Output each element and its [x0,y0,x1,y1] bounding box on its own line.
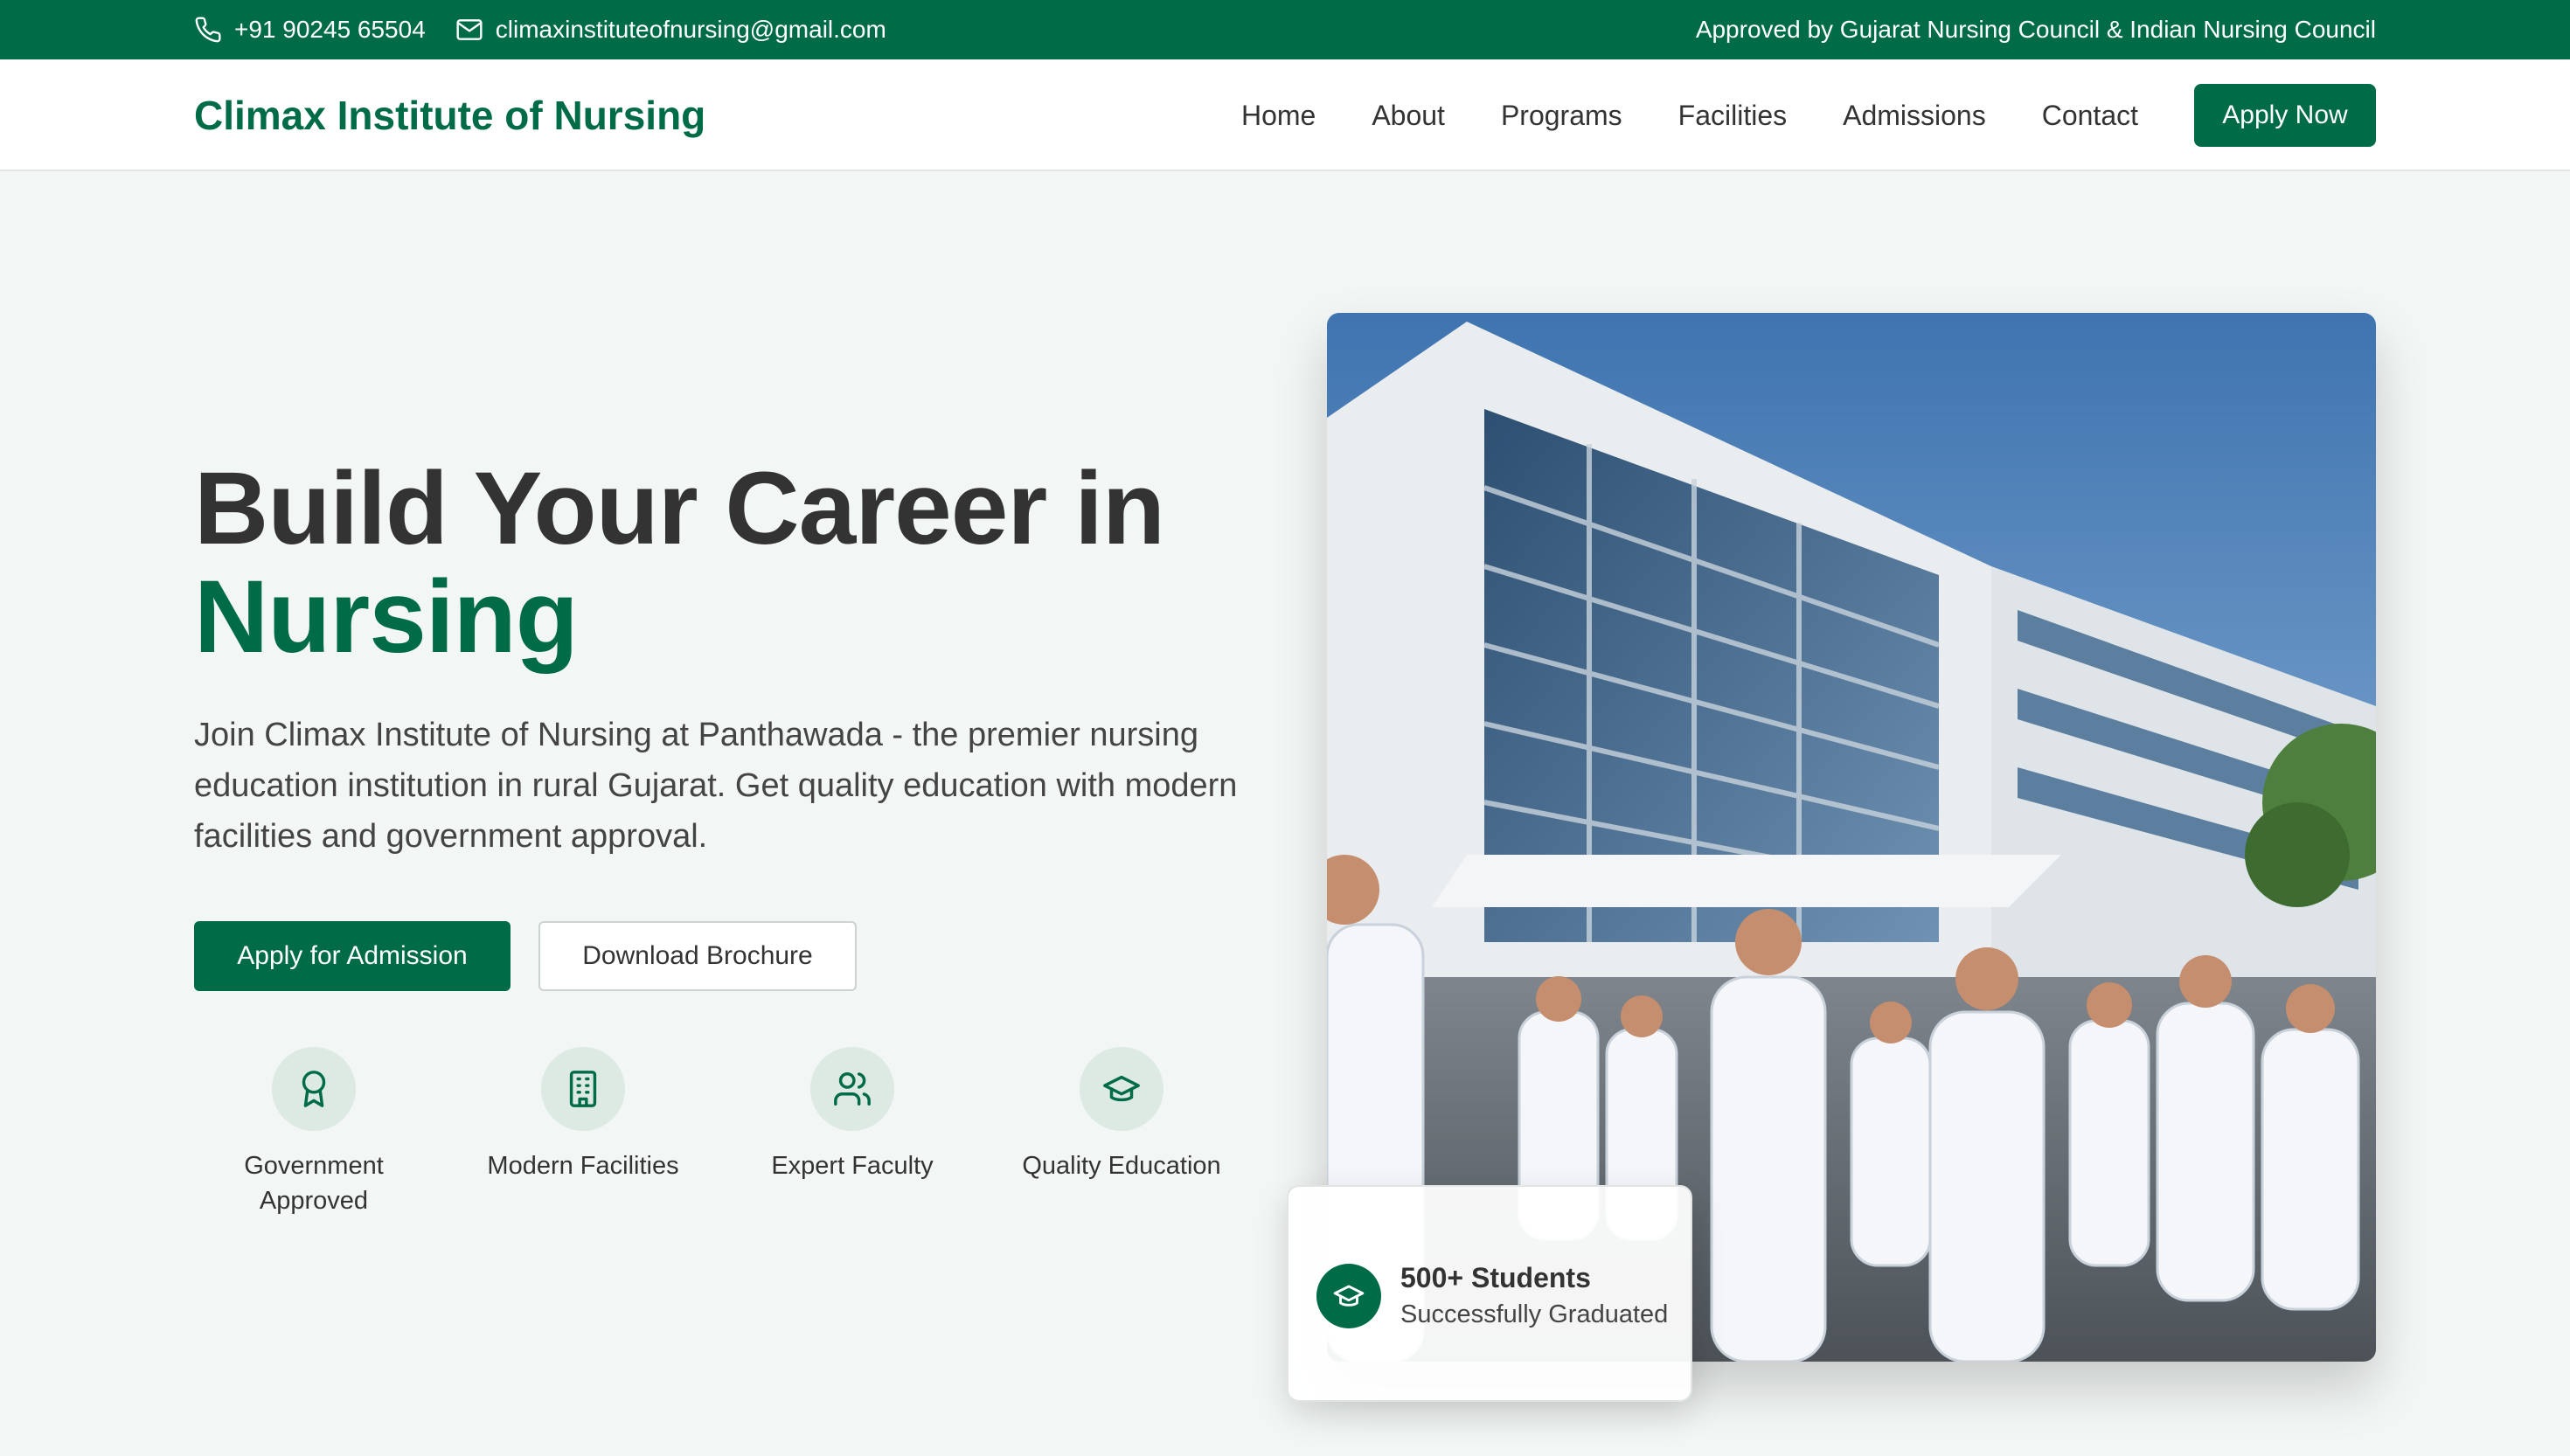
top-info-bar: +91 90245 65504 climaxinstituteofnursing… [0,0,2570,59]
hero-title-accent: Nursing [194,559,579,675]
feature-icon-circle [541,1047,625,1131]
feature-icon-circle [1080,1047,1163,1131]
building-icon [569,1071,597,1107]
nav-links: Home About Programs Facilities Admission… [1241,59,2376,171]
nav-link-contact[interactable]: Contact [2042,100,2138,132]
award-icon [302,1071,326,1107]
feature-modern-facilities: Modern Facilities [474,1047,692,1183]
graduation-cap-icon [1333,1285,1365,1307]
hero-title: Build Your Career in Nursing [194,454,1295,671]
feature-icon-circle [272,1047,356,1131]
graduates-stat-card: 500+ Students Successfully Graduated [1287,1185,1692,1402]
approval-text: Approved by Gujarat Nursing Council & In… [1695,16,2376,43]
site-logo[interactable]: Climax Institute of Nursing [194,59,705,171]
feature-label: Expert Faculty [771,1152,934,1180]
phone-number: +91 90245 65504 [234,16,426,43]
graduation-cap-icon [1103,1075,1140,1102]
stat-icon-circle [1316,1264,1381,1328]
email-address: climaxinstituteofnursing@gmail.com [495,16,886,43]
feature-label: Quality Education [1022,1152,1221,1180]
apply-admission-button[interactable]: Apply for Admission [194,921,511,991]
contact-info: +91 90245 65504 climaxinstituteofnursing… [194,0,886,59]
nav-link-facilities[interactable]: Facilities [1678,100,1787,132]
nav-link-admissions[interactable]: Admissions [1843,100,1986,132]
hero-description: Join Climax Institute of Nursing at Pant… [194,717,1238,855]
users-icon [834,1072,871,1106]
feature-government-approved: Government Approved [205,1047,423,1218]
feature-quality-education: Quality Education [1012,1047,1231,1183]
phone-contact[interactable]: +91 90245 65504 [194,16,426,44]
feature-expert-faculty: Expert Faculty [743,1047,962,1183]
mail-icon [456,19,483,40]
download-brochure-button[interactable]: Download Brochure [538,921,857,991]
feature-label: Government Approved [244,1152,384,1215]
feature-label: Modern Facilities [487,1152,679,1180]
main-navbar: Climax Institute of Nursing Home About P… [0,59,2570,171]
stat-title: 500+ Students [1400,1262,1591,1293]
email-contact[interactable]: climaxinstituteofnursing@gmail.com [455,16,886,44]
nav-link-about[interactable]: About [1372,100,1445,132]
phone-icon [195,17,221,43]
nav-link-home[interactable]: Home [1241,100,1316,132]
nav-link-programs[interactable]: Programs [1501,100,1622,132]
stat-subtitle: Successfully Graduated [1400,1300,1669,1328]
apply-now-button[interactable]: Apply Now [2194,84,2376,147]
hero-title-line1: Build Your Career in [194,451,1165,566]
feature-icon-circle [810,1047,894,1131]
